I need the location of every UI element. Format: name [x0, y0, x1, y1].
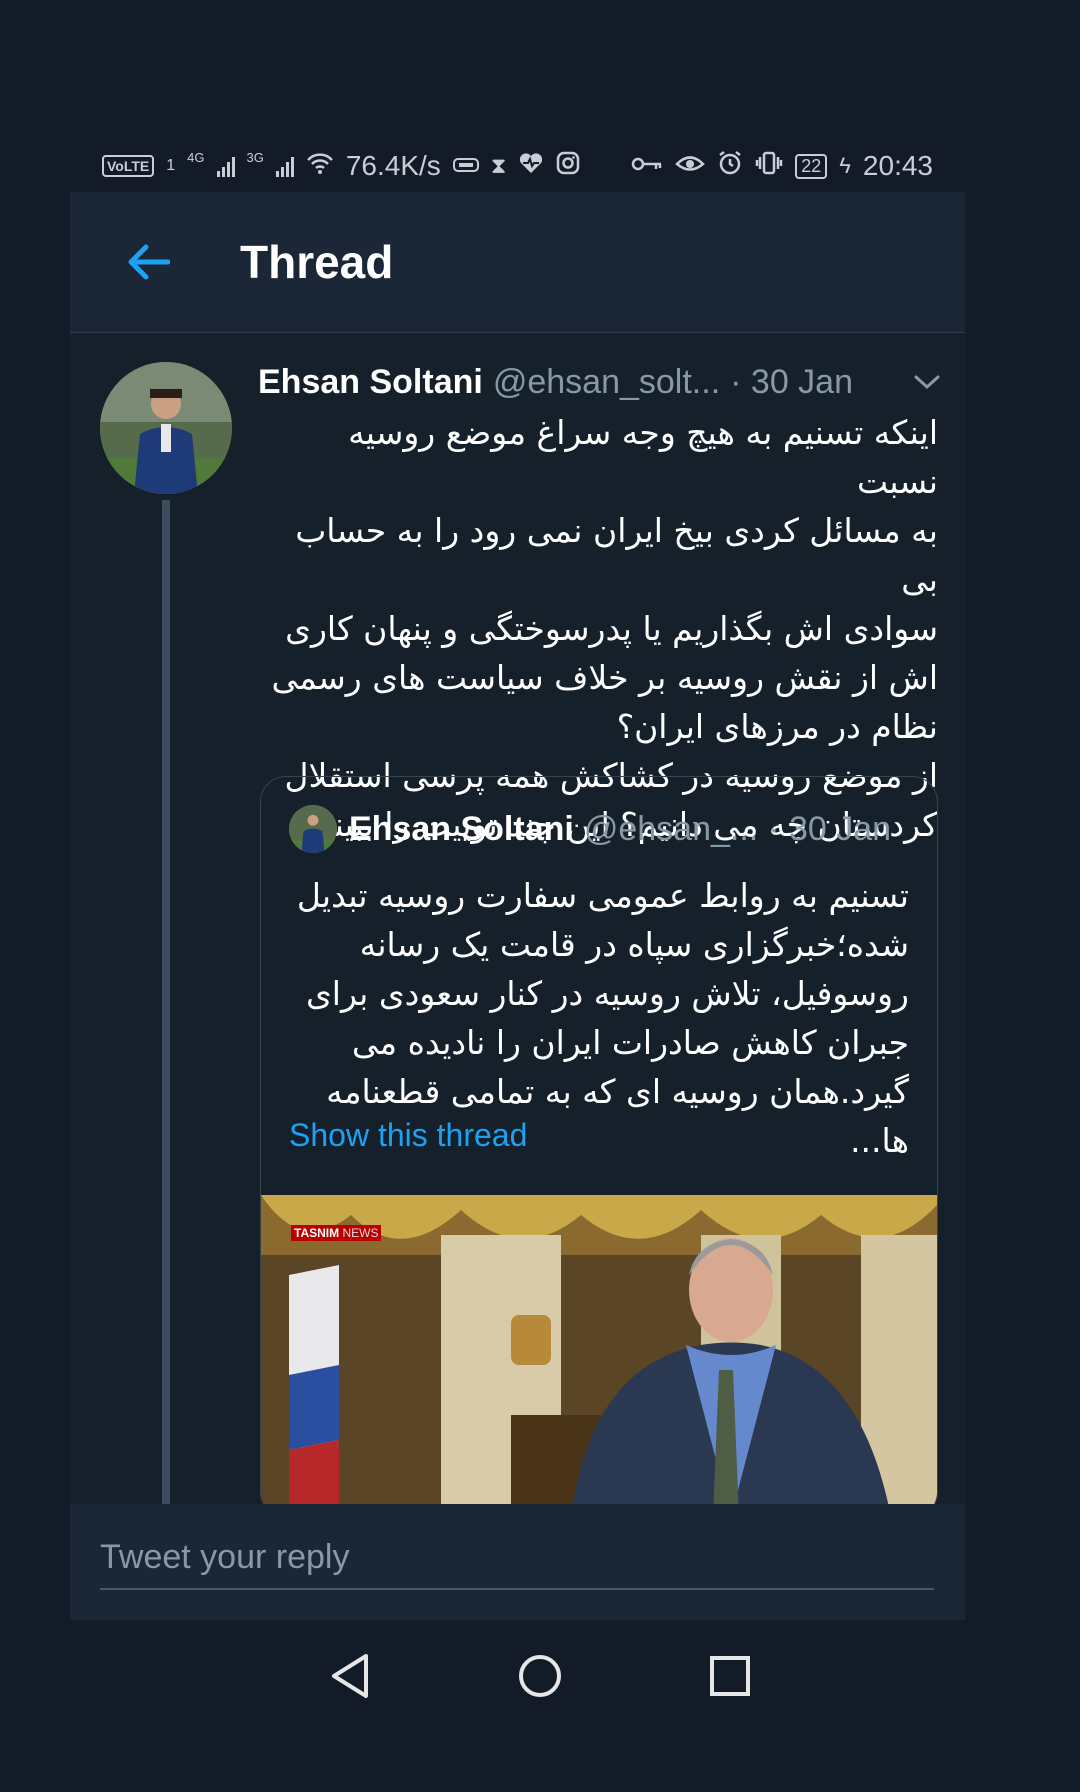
chevron-down-icon — [914, 375, 940, 390]
quoted-tweet-header: Ehsan Soltani @ehsan_... · 30 Jan — [289, 805, 891, 853]
wifi-icon — [306, 151, 334, 181]
quoted-tweet[interactable]: Ehsan Soltani @ehsan_... · 30 Jan تسنیم … — [260, 776, 938, 1504]
image-watermark: TASNIM NEWS — [291, 1225, 382, 1241]
tweet-menu-button[interactable] — [912, 367, 942, 397]
nav-recents-button[interactable] — [690, 1636, 770, 1716]
quoted-tweet-image[interactable]: TASNIM NEWS — [261, 1195, 937, 1504]
reply-input[interactable]: Tweet your reply — [100, 1526, 934, 1590]
network-type-4g: 4G — [187, 150, 205, 165]
watermark-brand: TASNIM — [294, 1226, 340, 1240]
reply-bar: Tweet your reply — [70, 1504, 965, 1620]
nav-home-icon — [519, 1655, 561, 1697]
nav-recents-icon — [710, 1656, 750, 1696]
alarm-icon — [717, 150, 743, 182]
nav-home-button[interactable] — [500, 1636, 580, 1716]
tweet[interactable]: Ehsan Soltani @ehsan_solt... · 30 Jan ای… — [70, 332, 965, 1504]
network-type-3g: 3G — [246, 150, 264, 165]
thread-header: Thread — [70, 192, 965, 333]
battery-icon: 22 — [795, 153, 828, 179]
instagram-icon — [556, 151, 580, 181]
back-arrow-icon — [128, 244, 170, 280]
charging-icon: ϟ — [839, 153, 851, 178]
quoted-avatar — [289, 805, 337, 853]
quoted-tweet-date: · 30 Jan — [768, 809, 892, 848]
author-name[interactable]: Ehsan Soltani — [258, 363, 483, 402]
sim-indicator: 1 — [166, 157, 176, 174]
quoted-author-name: Ehsan Soltani — [349, 809, 574, 848]
status-bar: VoLTE 1 4G 3G 76.4K/s ⧗ 22 ϟ 20:43 — [70, 140, 965, 192]
tweet-header: Ehsan Soltani @ehsan_solt... · 30 Jan — [258, 360, 940, 404]
hourglass-icon: ⧗ — [490, 153, 507, 178]
avatar[interactable] — [100, 362, 232, 494]
vpn-icon — [452, 153, 479, 179]
vibrate-icon — [755, 151, 783, 181]
show-thread-link[interactable]: Show this thread — [289, 1117, 527, 1154]
tweet-date[interactable]: · 30 Jan — [730, 363, 853, 402]
health-icon — [518, 152, 544, 180]
volte-icon: VoLTE — [102, 155, 155, 177]
signal-icon — [216, 155, 235, 177]
key-icon — [631, 153, 663, 179]
thread-line — [162, 500, 170, 1504]
clock: 20:43 — [862, 150, 933, 181]
quoted-author-handle: @ehsan_... — [583, 809, 759, 848]
back-button[interactable] — [108, 222, 188, 302]
watermark-sub: NEWS — [342, 1226, 379, 1240]
page-title: Thread — [240, 236, 394, 288]
nav-back-button[interactable] — [310, 1636, 390, 1716]
nav-back-icon — [332, 1654, 368, 1698]
eye-comfort-icon — [675, 151, 706, 181]
network-speed: 76.4K/s — [345, 150, 441, 181]
signal-icon-2 — [275, 155, 294, 177]
system-nav-bar — [0, 1620, 1080, 1732]
author-handle[interactable]: @ehsan_solt... — [493, 363, 720, 402]
